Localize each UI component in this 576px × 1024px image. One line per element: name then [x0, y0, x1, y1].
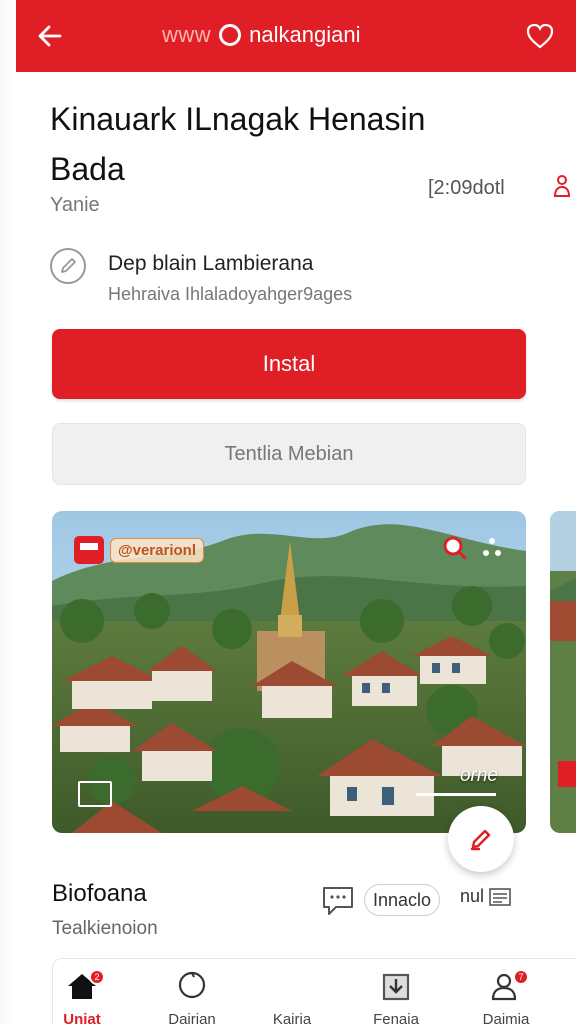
- blank-icon: [275, 969, 309, 1003]
- install-button[interactable]: Instal: [52, 329, 526, 399]
- pencil-icon: [50, 248, 86, 284]
- app-screen: www nalkangiani Kinauark ILnagak Henasin…: [0, 0, 576, 1024]
- nav-item-kairia[interactable]: Kairia: [257, 969, 327, 1024]
- nav-item-home[interactable]: 2 Uniat: [47, 969, 117, 1024]
- address-title: www nalkangiani: [162, 22, 360, 48]
- developer-row[interactable]: Dep blain Lambierana Hehraiva Ihlaladoya…: [50, 246, 530, 310]
- info-pill[interactable]: Innaclo: [364, 884, 441, 916]
- nav-label: Daimia: [482, 1011, 530, 1024]
- nav-label: Dairian: [168, 1011, 216, 1024]
- profile-icon: 7: [489, 969, 529, 1003]
- time-label: [2:09dotl: [428, 177, 505, 199]
- pencil-edit-icon: [470, 829, 491, 851]
- info-count-label: nul: [460, 886, 485, 906]
- edit-fab[interactable]: [448, 806, 514, 872]
- search-icon[interactable]: [442, 535, 468, 566]
- flag-logo-icon: [74, 536, 104, 564]
- home-icon: 2: [65, 969, 105, 1003]
- screenshot-image[interactable]: @verarionl orne: [52, 511, 526, 833]
- nav-badge: 7: [513, 969, 529, 985]
- developer-meta: Hehraiva Ihlaladoyahger9ages: [108, 284, 353, 304]
- heart-outline-icon: [175, 969, 209, 1003]
- nav-label: Uniat: [63, 1011, 101, 1024]
- screenshot-next-preview[interactable]: [550, 511, 576, 833]
- share-icon[interactable]: [552, 174, 576, 200]
- section-title: Biofoana: [52, 880, 147, 907]
- nav-label: Kairia: [272, 1011, 312, 1024]
- frame-corner-icon: [78, 781, 112, 807]
- preview-image: [550, 511, 576, 833]
- overlay-label: @verarionl: [110, 537, 204, 563]
- overlay-tools: [442, 535, 502, 566]
- developer-name: Dep blain Lambierana: [108, 252, 314, 275]
- top-app-bar: www nalkangiani: [16, 0, 576, 72]
- screenshot-caption: orne: [459, 765, 498, 786]
- list-icon: [489, 887, 511, 906]
- overlay-badge: @verarionl: [74, 535, 204, 565]
- secondary-button[interactable]: Tentlia Mebian: [52, 423, 526, 485]
- arrow-left-icon[interactable]: [32, 18, 68, 54]
- nav-item-favorites[interactable]: Dairian: [157, 969, 227, 1024]
- nav-label: Fenaia: [373, 1011, 419, 1024]
- caption-underline: [416, 793, 496, 796]
- nav-badge: 2: [89, 969, 105, 985]
- nav-item-downloads[interactable]: Fenaia: [361, 969, 431, 1024]
- info-count[interactable]: nul: [460, 886, 512, 907]
- app-subtitle: Yanie: [50, 194, 100, 216]
- heart-icon[interactable]: [522, 18, 558, 54]
- left-edge: [0, 0, 16, 1024]
- url-prefix: www: [162, 22, 212, 47]
- brand-name: nalkangiani: [249, 22, 361, 47]
- share-dots-icon[interactable]: [482, 537, 502, 564]
- nav-item-profile[interactable]: 7 Daimia: [471, 969, 541, 1024]
- download-icon: [379, 969, 413, 1003]
- brand-logo-icon: [219, 24, 242, 46]
- section-subtitle: Tealkienoion: [52, 918, 158, 939]
- bottom-navigation: 2 Uniat Dairian Kairia Fenaia 7 Daimia: [52, 958, 576, 1024]
- chat-bubble-icon[interactable]: [318, 880, 358, 920]
